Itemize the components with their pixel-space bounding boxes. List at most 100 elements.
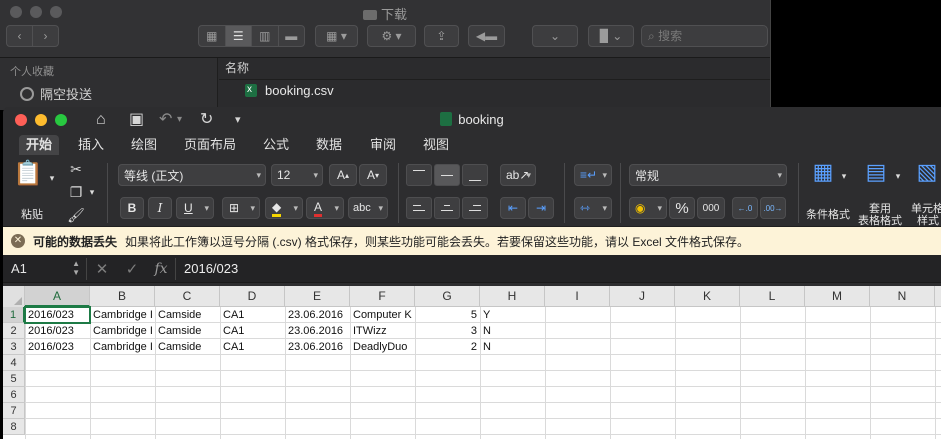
column-header-h[interactable]: H — [480, 286, 545, 307]
finder-file-button[interactable]: ▉ ⌄ — [588, 25, 634, 47]
phonetic-button[interactable]: abc — [348, 197, 388, 219]
comma-style-button[interactable]: 000 — [697, 197, 725, 219]
column-header-e[interactable]: E — [285, 286, 350, 307]
align-middle-button[interactable] — [434, 164, 460, 186]
column-header-m[interactable]: M — [805, 286, 870, 307]
close-circle-icon[interactable]: ✕ — [11, 234, 25, 248]
cell-a3[interactable]: 2016/023 — [25, 339, 90, 355]
row-header-5[interactable]: 5 — [3, 371, 25, 387]
wrap-text-button[interactable]: ≡↵ — [574, 164, 612, 186]
column-header-b[interactable]: B — [90, 286, 155, 307]
decrease-indent-button[interactable]: ⇤ — [500, 197, 526, 219]
file-row-booking[interactable]: booking.csv — [219, 79, 770, 102]
accounting-format-button[interactable]: ◉ — [629, 197, 667, 219]
column-header-k[interactable]: K — [675, 286, 740, 307]
orientation-button[interactable]: ab↗ — [500, 164, 536, 186]
decrease-decimal-button[interactable]: .00→ — [760, 197, 786, 219]
column-header-f[interactable]: F — [350, 286, 415, 307]
icon-view-icon[interactable]: ▦ — [199, 26, 226, 46]
cell-e3[interactable]: 23.06.2016 — [285, 339, 350, 355]
paste-dropdown-icon[interactable]: ▾ — [47, 167, 57, 189]
font-color-button[interactable]: A — [306, 197, 344, 219]
borders-button[interactable]: ⊞ — [222, 197, 260, 219]
forward-icon[interactable]: › — [33, 26, 58, 46]
column-view-icon[interactable]: ▥ — [252, 26, 279, 46]
bold-button[interactable]: B — [120, 197, 144, 219]
cell-c1[interactable]: Camside — [155, 307, 220, 323]
column-header-d[interactable]: D — [220, 286, 285, 307]
copy-dropdown-icon[interactable]: ▾ — [87, 181, 97, 203]
paste-icon[interactable]: 📋 — [13, 162, 43, 193]
back-icon[interactable]: ‹ — [7, 26, 33, 46]
column-header-g[interactable]: G — [415, 286, 480, 307]
merge-center-button[interactable]: ⇿ — [574, 197, 612, 219]
row-header-6[interactable]: 6 — [3, 387, 25, 403]
cell-f2[interactable]: ITWizz — [350, 323, 415, 339]
tab-view[interactable]: 视图 — [416, 135, 456, 155]
formula-input[interactable]: 2016/023 — [175, 257, 238, 280]
cell-e2[interactable]: 23.06.2016 — [285, 323, 350, 339]
tab-review[interactable]: 审阅 — [363, 135, 403, 155]
format-as-table-icon[interactable]: ▤ — [860, 161, 892, 193]
cell-d3[interactable]: CA1 — [220, 339, 285, 355]
cell-g2[interactable]: 3 — [415, 323, 480, 339]
action-button[interactable]: ⚙ ▾ — [367, 25, 416, 47]
list-view-icon[interactable]: ☰ — [225, 26, 252, 46]
column-header-l[interactable]: L — [740, 286, 805, 307]
cell-d1[interactable]: CA1 — [220, 307, 285, 323]
fill-color-button[interactable]: ◆ — [265, 197, 303, 219]
cell-b2[interactable]: Cambridge I — [90, 323, 155, 339]
row-header-1[interactable]: 1 — [3, 307, 25, 323]
gallery-view-icon[interactable]: ▬ — [279, 26, 305, 46]
tab-data[interactable]: 数据 — [309, 135, 349, 155]
cell-styles-label-1[interactable]: 单元格 — [911, 203, 941, 215]
column-header-name[interactable]: 名称 — [219, 58, 770, 80]
finder-back-forward[interactable]: ‹ › — [6, 25, 59, 47]
cell-e1[interactable]: 23.06.2016 — [285, 307, 350, 323]
sidebar-item-airdrop[interactable]: 隔空投送 — [20, 84, 92, 103]
group-button[interactable]: ▦ ▾ — [315, 25, 358, 47]
cell-f3[interactable]: DeadlyDuo — [350, 339, 415, 355]
conditional-format-dropdown-icon[interactable]: ▾ — [839, 165, 849, 187]
row-header-3[interactable]: 3 — [3, 339, 25, 355]
cancel-formula-icon[interactable]: ✕ — [87, 260, 117, 278]
column-header-j[interactable]: J — [610, 286, 675, 307]
row-header-8[interactable]: 8 — [3, 419, 25, 435]
increase-decimal-button[interactable]: ←.0 — [732, 197, 758, 219]
row-header-7[interactable]: 7 — [3, 403, 25, 419]
format-as-table-dropdown-icon[interactable]: ▾ — [893, 165, 903, 187]
percent-button[interactable]: % — [669, 197, 695, 219]
cell-area[interactable]: 2016/023 Cambridge I Camside CA1 23.06.2… — [24, 306, 941, 439]
font-name-select[interactable]: 等线 (正文) — [118, 164, 266, 186]
number-format-select[interactable]: 常规 — [629, 164, 787, 186]
cell-g1[interactable]: 5 — [415, 307, 480, 323]
cell-d2[interactable]: CA1 — [220, 323, 285, 339]
format-as-table-label-2[interactable]: 表格格式 — [855, 215, 905, 227]
tab-home[interactable]: 开始 — [19, 135, 60, 155]
align-right-button[interactable] — [462, 197, 488, 219]
column-header-i[interactable]: I — [545, 286, 610, 307]
name-box[interactable]: A1 ▲ ▼ — [3, 257, 87, 280]
conditional-format-label[interactable]: 条件格式 — [803, 209, 853, 221]
align-bottom-button[interactable] — [462, 164, 488, 186]
finder-dropdown-button[interactable]: ⌄ — [532, 25, 578, 47]
confirm-formula-icon[interactable]: ✓ — [117, 260, 147, 278]
cell-f1[interactable]: Computer K — [350, 307, 415, 323]
tab-draw[interactable]: 绘图 — [124, 135, 164, 155]
cell-g3[interactable]: 2 — [415, 339, 480, 355]
conditional-format-icon[interactable]: ▦ — [807, 161, 839, 193]
align-top-button[interactable] — [406, 164, 432, 186]
tab-page-layout[interactable]: 页面布局 — [177, 135, 243, 155]
tab-insert[interactable]: 插入 — [71, 135, 111, 155]
cell-h3[interactable]: N — [480, 339, 545, 355]
column-header-c[interactable]: C — [155, 286, 220, 307]
tag-button[interactable]: ◀▬ — [468, 25, 505, 47]
row-header-4[interactable]: 4 — [3, 355, 25, 371]
format-as-table-label-1[interactable]: 套用 — [855, 203, 905, 215]
cell-h2[interactable]: N — [480, 323, 545, 339]
cell-styles-label-2[interactable]: 样式 — [917, 215, 941, 227]
copy-icon[interactable]: ❐ — [65, 181, 87, 203]
cut-icon[interactable]: ✂ — [65, 158, 87, 180]
column-header-n[interactable]: N — [870, 286, 935, 307]
finder-search-field[interactable]: ⌕ 搜索 — [641, 25, 768, 47]
